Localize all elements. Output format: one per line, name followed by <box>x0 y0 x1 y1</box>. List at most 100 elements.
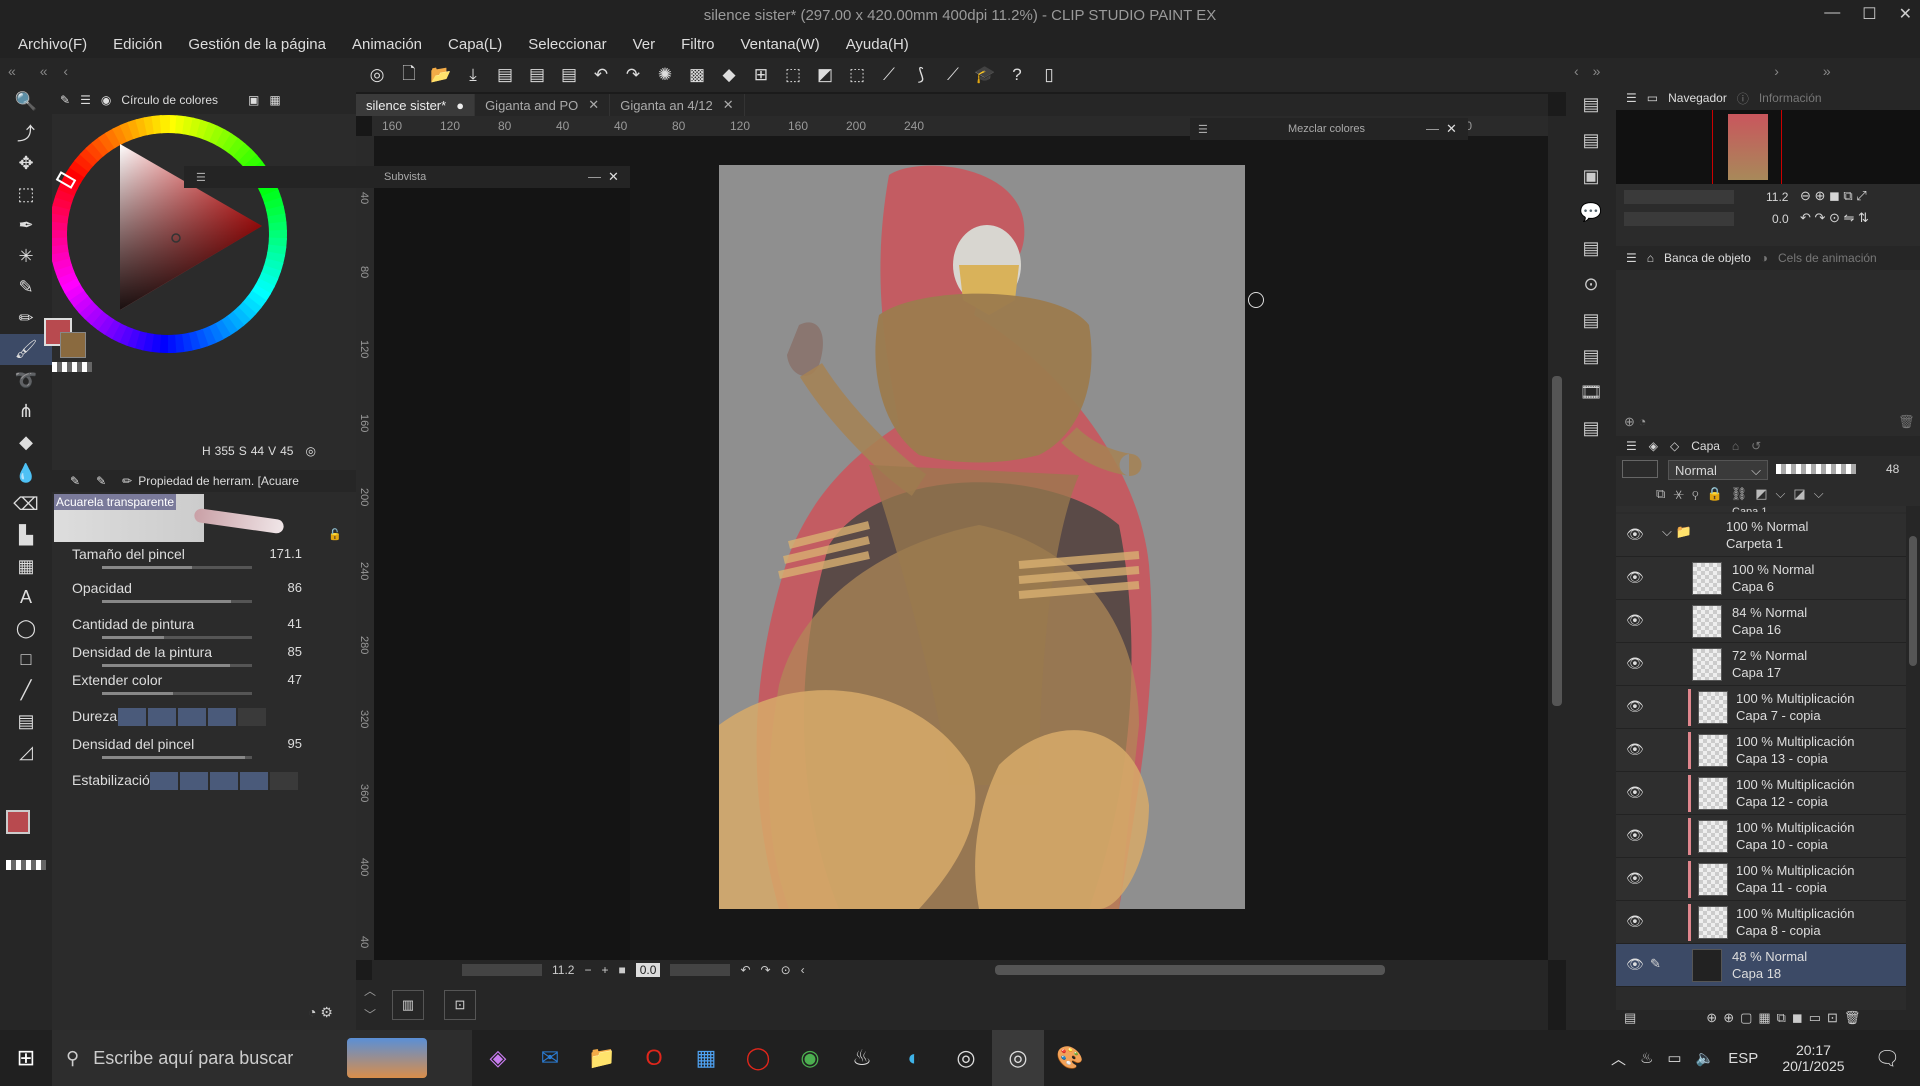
rotation-value[interactable]: 0.0 <box>635 963 661 977</box>
clip-studio-icon[interactable]: ◎ <box>364 62 390 88</box>
subview-minimize-icon[interactable]: — <box>588 169 601 184</box>
menu-ventana[interactable]: Ventana(W) <box>740 36 819 53</box>
tool-prop-7[interactable]: Estabilización <box>72 772 342 790</box>
tab-silence-sister[interactable]: silence sister* ● <box>356 94 476 116</box>
menu-gestion-pagina[interactable]: Gestión de la página <box>188 36 326 53</box>
windows-start-icon[interactable]: ⊞ <box>0 1030 52 1086</box>
tool-prop-slider[interactable] <box>102 756 252 759</box>
text-tool-icon[interactable]: A <box>0 582 52 613</box>
balloon-icon[interactable]: 💬 <box>1566 194 1616 230</box>
panel-menu-icon[interactable]: ☰ <box>1626 251 1637 265</box>
main-color-swatch[interactable] <box>6 810 30 834</box>
color-mode-icon[interactable]: ◎ <box>305 444 315 458</box>
tool-prop-value[interactable]: 171.1 <box>269 546 302 561</box>
transform-icon[interactable]: ⊞ <box>748 62 774 88</box>
drag-handle-icon[interactable]: ☰ <box>196 171 206 184</box>
invert-selection-icon[interactable]: ◩ <box>812 62 838 88</box>
visibility-eye-icon[interactable]: 👁 <box>1626 655 1644 672</box>
vscroll-thumb[interactable] <box>1552 376 1562 706</box>
copilot-icon[interactable]: ◈ <box>472 1030 524 1086</box>
menu-ver[interactable]: Ver <box>633 36 656 53</box>
material-icon-5[interactable]: ▤ <box>1566 302 1616 338</box>
store-icon[interactable]: ▦ <box>680 1030 732 1086</box>
redo-icon[interactable]: ↷ <box>620 62 646 88</box>
visibility-eye-icon[interactable]: 👁 <box>1626 569 1644 586</box>
magic-wand-icon[interactable]: ✳ <box>0 241 52 272</box>
visibility-eye-icon[interactable]: 👁 <box>1626 526 1644 543</box>
clear-icon[interactable]: ✺ <box>652 62 678 88</box>
film-icon[interactable]: 🎞 <box>1566 374 1616 410</box>
history-icon[interactable]: ↺ <box>1751 439 1761 453</box>
tool-property-header[interactable]: Propiedad de herram. [Acuare <box>138 474 299 488</box>
search-material-icon[interactable]: ⊙ <box>1566 266 1616 302</box>
clip-paint-taskbar-icon[interactable]: ◎ <box>992 1030 1044 1086</box>
visibility-eye-icon[interactable]: 👁 <box>1626 698 1644 715</box>
snap-ruler-icon[interactable]: ⟋ <box>876 62 902 88</box>
selection-icon[interactable]: ⬚ <box>844 62 870 88</box>
rotate-left-icon[interactable]: ↶ <box>740 963 750 977</box>
panel-menu-icon[interactable]: ☰ <box>1626 91 1637 105</box>
deselect-icon[interactable]: ⬚ <box>780 62 806 88</box>
menu-edicion[interactable]: Edición <box>113 36 162 53</box>
tray-expand-icon[interactable]: ︿ <box>1611 1048 1626 1069</box>
opera-icon[interactable]: O <box>628 1030 680 1086</box>
rotate-right-icon[interactable]: ↷ <box>761 963 771 977</box>
tool-prop-value[interactable]: 47 <box>288 672 302 687</box>
settings-icons[interactable]: ◔ ⚙ <box>308 1004 333 1021</box>
tutorial-icon[interactable]: 🎓 <box>972 62 998 88</box>
help-icon[interactable]: ? <box>1004 62 1030 88</box>
color-panel-tab-icon-2[interactable]: ☰ <box>80 93 91 107</box>
layer-property-icon[interactable]: ◈ <box>1649 439 1658 453</box>
color-wheel[interactable] <box>52 114 356 424</box>
opacity-slider[interactable] <box>1776 464 1856 474</box>
reset-rotation-icon[interactable]: ⊙ <box>781 963 791 977</box>
search-layer-icon[interactable]: ⌂ <box>1732 439 1739 453</box>
new-file-icon[interactable]: 🗋 <box>396 62 422 88</box>
figure-tool-icon[interactable]: □ <box>0 644 52 675</box>
canvas-settings-icon[interactable]: ⊡ <box>444 990 476 1020</box>
tool-prop-segments[interactable] <box>150 772 298 790</box>
clip-studio-taskbar-icon[interactable]: ◎ <box>940 1030 992 1086</box>
tool-prop-slider[interactable] <box>102 636 252 639</box>
color-set-icon[interactable]: ▣ <box>248 93 259 107</box>
visibility-eye-icon[interactable]: 👁 <box>1626 741 1644 758</box>
blend-tool-icon[interactable]: 💧 <box>0 458 52 489</box>
outlook-icon[interactable]: ✉ <box>524 1030 576 1086</box>
collapse-right-icon[interactable]: » <box>1823 63 1831 79</box>
partial-layer[interactable]: Capa 1 <box>1616 506 1906 512</box>
nav-zoom-buttons[interactable]: ⊖ ⊕ ◼ ⧉ ⤢ <box>1800 188 1867 204</box>
hscroll-thumb[interactable] <box>994 965 1385 975</box>
tool-property-icon[interactable]: ✏ <box>122 474 132 488</box>
layer-row[interactable]: 👁 ✎ 48 % Normal Capa 18 <box>1616 944 1906 987</box>
edge-icon[interactable]: ◐ <box>888 1030 940 1086</box>
volume-icon[interactable]: 🔈 <box>1696 1049 1715 1067</box>
close-tab-icon[interactable]: ✕ <box>723 97 734 113</box>
save-icon[interactable]: ⤓ <box>460 62 486 88</box>
pen-tool-icon[interactable]: ✎ <box>0 272 52 303</box>
maximize-button[interactable]: ☐ <box>1862 4 1876 24</box>
zoom-value[interactable]: 11.2 <box>552 963 574 977</box>
tool-prop-4[interactable]: Extender color 47 <box>72 672 342 695</box>
visibility-eye-icon[interactable]: 👁 <box>1626 612 1644 629</box>
close-window-button[interactable]: ✕ <box>1899 4 1912 24</box>
notifications-icon[interactable]: 🗨 <box>1875 1046 1900 1071</box>
artboard-canvas[interactable] <box>719 165 1245 909</box>
mix-close-icon[interactable]: ✕ <box>1446 121 1457 137</box>
blend-mode-select[interactable]: Normal ⌵ <box>1668 460 1768 480</box>
tab-giganta-an[interactable]: Giganta an 4/12 ✕ <box>610 94 745 116</box>
ruler-tool-icon[interactable]: ╱ <box>0 675 52 706</box>
navigator-tab[interactable]: Navegador <box>1668 91 1727 105</box>
export-png-icon[interactable]: ▤ <box>524 62 550 88</box>
layer-row[interactable]: 👁 100 % Multiplicación Capa 10 - copia <box>1616 815 1906 858</box>
operation-tool-icon[interactable]: ⤴ <box>0 117 52 148</box>
move-tool-icon[interactable]: ✥ <box>0 148 52 179</box>
info-tab[interactable]: Información <box>1759 91 1822 105</box>
visibility-eye-icon[interactable]: 👁 <box>1626 956 1644 973</box>
export-jpg-icon[interactable]: ▤ <box>492 62 518 88</box>
file-explorer-icon[interactable]: 📁 <box>576 1030 628 1086</box>
tool-prop-5[interactable]: Dureza <box>72 708 342 726</box>
transform-tool-icon[interactable]: ⬚ <box>0 179 52 210</box>
nav-rotation-value[interactable]: 0.0 <box>1772 212 1789 226</box>
fill-tool-icon[interactable]: ◆ <box>0 427 52 458</box>
tool-prop-value[interactable]: 85 <box>288 644 302 659</box>
